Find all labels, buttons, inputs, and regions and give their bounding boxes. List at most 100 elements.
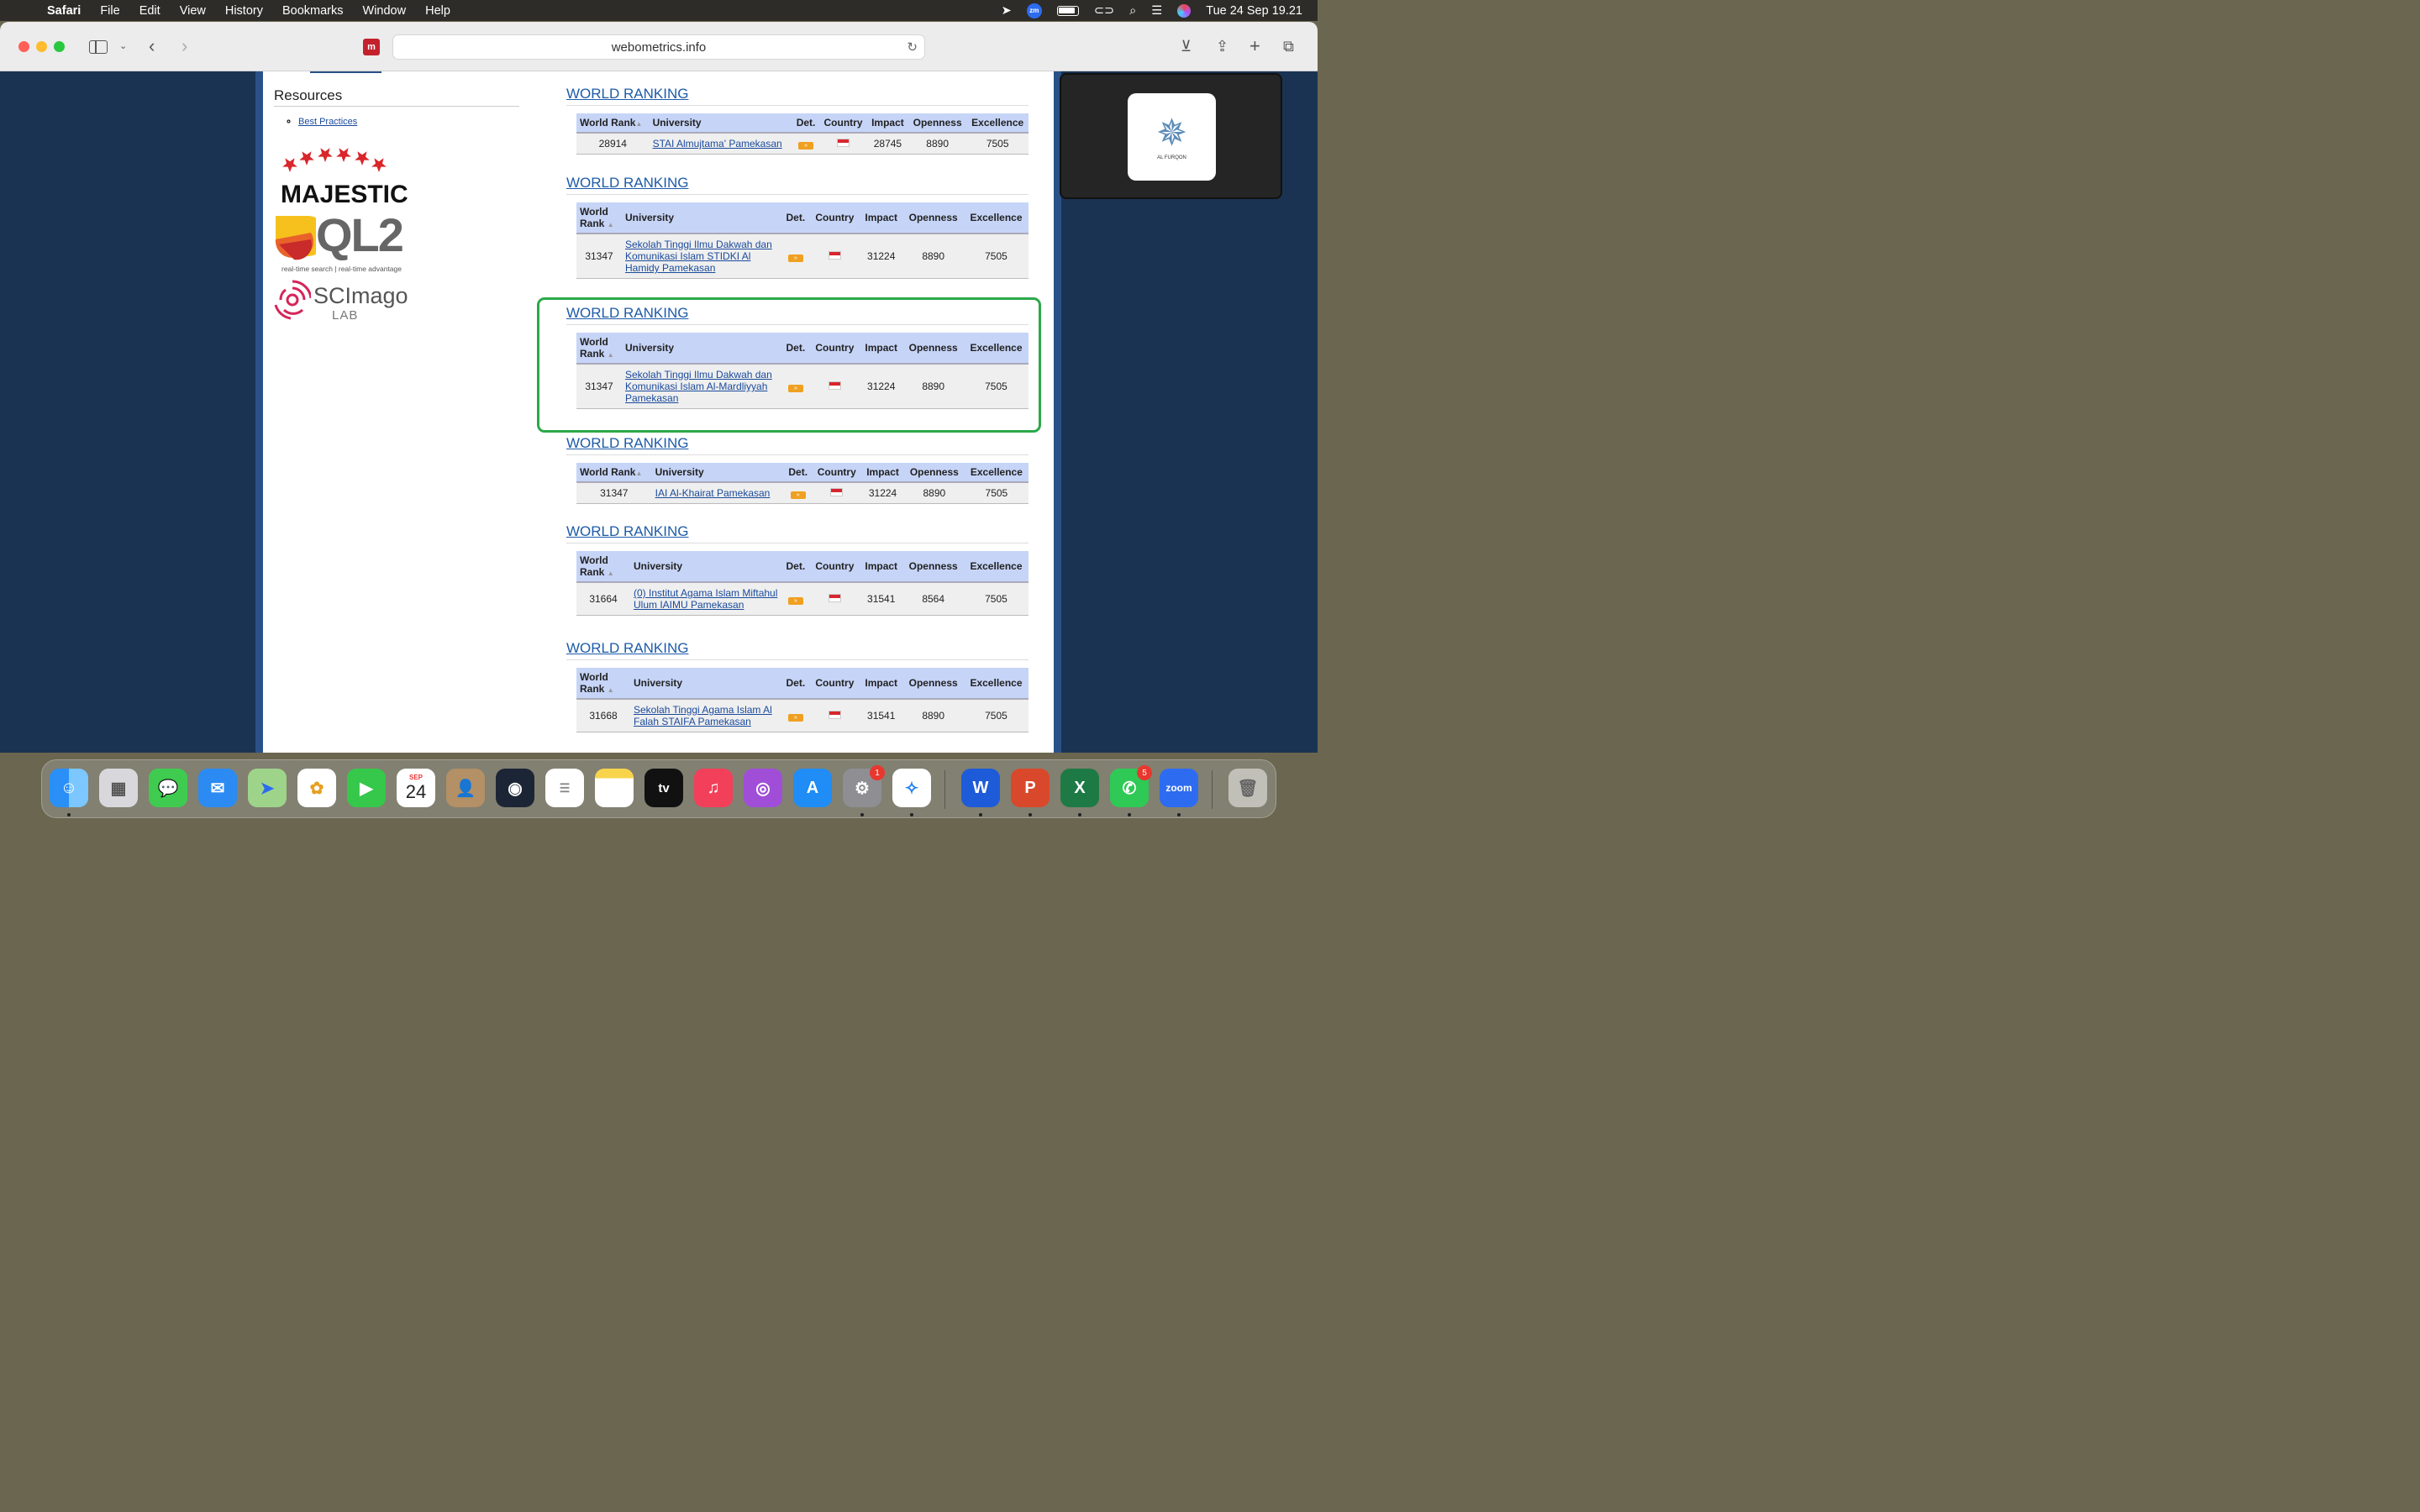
ql2-logo[interactable]: QL2 real-time search | real-time advanta… — [274, 208, 417, 273]
details-icon[interactable]: » — [787, 385, 803, 392]
forward-icon[interactable]: › — [182, 36, 187, 56]
obs-icon[interactable]: ◉ — [496, 769, 534, 807]
col-university[interactable]: University — [622, 202, 781, 234]
clock[interactable]: Tue 24 Sep 19.21 — [1206, 4, 1302, 18]
chevron-down-icon[interactable]: ⌄ — [119, 36, 127, 56]
col-university[interactable]: University — [649, 113, 792, 134]
col-openness[interactable]: Openness — [903, 463, 965, 483]
col-openness[interactable]: Openness — [908, 113, 967, 134]
word-icon[interactable]: W — [961, 769, 1000, 807]
world-ranking-link[interactable]: WORLD RANKING — [566, 86, 1028, 106]
col-world-rank[interactable]: World Rank ▲ — [576, 202, 622, 234]
location-icon[interactable]: ➤ — [1002, 4, 1012, 18]
university-link[interactable]: Sekolah Tinggi Agama Islam Al Falah STAI… — [634, 704, 772, 727]
col-country[interactable]: Country — [819, 113, 867, 134]
minimize-window-button[interactable] — [36, 41, 47, 52]
launchpad-icon[interactable]: ▦ — [99, 769, 138, 807]
details-icon[interactable]: » — [787, 255, 803, 262]
apple-tv-icon[interactable]: tv — [644, 769, 683, 807]
mendeley-extension-icon[interactable]: m — [363, 39, 380, 55]
whatsapp-icon[interactable]: ✆ 5 — [1110, 765, 1152, 807]
col-country[interactable]: Country — [809, 202, 860, 234]
world-ranking-link[interactable]: WORLD RANKING — [566, 640, 1028, 660]
col-openness[interactable]: Openness — [902, 202, 964, 234]
reload-icon[interactable]: ↻ — [907, 35, 918, 60]
col-world-rank[interactable]: World Rank▲ — [576, 113, 650, 134]
menu-help[interactable]: Help — [425, 4, 450, 18]
details-icon[interactable]: » — [798, 142, 814, 150]
world-ranking-link[interactable]: WORLD RANKING — [566, 305, 1028, 325]
col-excellence[interactable]: Excellence — [966, 113, 1028, 134]
col-country[interactable]: Country — [809, 333, 860, 365]
battery-icon[interactable] — [1056, 5, 1079, 16]
best-practices-link[interactable]: Best Practices — [298, 117, 357, 127]
details-icon[interactable]: » — [790, 491, 806, 499]
back-icon[interactable]: ‹ — [149, 36, 155, 56]
mail-icon[interactable]: ✉ — [198, 769, 237, 807]
col-country[interactable]: Country — [812, 463, 862, 483]
world-ranking-link[interactable]: WORLD RANKING — [566, 435, 1028, 455]
contacts-icon[interactable]: 👤 — [446, 769, 485, 807]
col-impact[interactable]: Impact — [860, 668, 903, 700]
close-window-button[interactable] — [18, 41, 29, 52]
details-icon[interactable]: » — [787, 714, 803, 722]
col-country[interactable]: Country — [809, 668, 860, 700]
tab-overview-icon[interactable]: ⧉ — [1283, 36, 1294, 56]
university-link[interactable]: Sekolah Tinggi Ilmu Dakwah dan Komunikas… — [625, 239, 772, 274]
world-ranking-link[interactable]: WORLD RANKING — [566, 175, 1028, 195]
address-bar[interactable]: webometrics.info ↻ — [392, 34, 925, 60]
facetime-icon[interactable]: ▶ — [347, 769, 386, 807]
sidebar-toggle-icon[interactable] — [89, 40, 108, 54]
reminders-icon[interactable]: ☰ — [545, 769, 584, 807]
menu-file[interactable]: File — [100, 4, 119, 18]
col-impact[interactable]: Impact — [866, 113, 908, 134]
col-excellence[interactable]: Excellence — [963, 333, 1028, 365]
siri-icon[interactable] — [1177, 3, 1192, 18]
scimago-logo[interactable]: SCImago LAB — [274, 278, 425, 327]
notes-icon[interactable] — [595, 769, 634, 807]
safari-icon[interactable]: ✧ — [892, 769, 931, 807]
calendar-icon[interactable]: SEP 24 — [397, 769, 435, 807]
zoom-floating-window[interactable]: ✵ AL FURQON — [1060, 73, 1282, 199]
photos-icon[interactable]: ✿ — [297, 769, 336, 807]
col-university[interactable]: University — [651, 463, 785, 483]
podcasts-icon[interactable]: ◎ — [744, 769, 782, 807]
col-country[interactable]: Country — [809, 551, 860, 583]
col-university[interactable]: University — [630, 668, 781, 700]
menu-bookmarks[interactable]: Bookmarks — [282, 4, 344, 18]
col-impact[interactable]: Impact — [860, 551, 903, 583]
university-link[interactable]: IAI Al-Khairat Pamekasan — [655, 487, 771, 499]
col-openness[interactable]: Openness — [902, 551, 964, 583]
trash-icon[interactable]: 🗑 — [1228, 769, 1267, 807]
excel-icon[interactable]: X — [1060, 769, 1099, 807]
menu-history[interactable]: History — [225, 4, 263, 18]
messages-icon[interactable]: 💬 — [149, 769, 187, 807]
col-excellence[interactable]: Excellence — [963, 551, 1028, 583]
world-ranking-link[interactable]: WORLD RANKING — [566, 523, 1028, 543]
music-icon[interactable]: ♫ — [694, 769, 733, 807]
col-openness[interactable]: Openness — [902, 333, 964, 365]
powerpoint-icon[interactable]: P — [1011, 769, 1050, 807]
majestic-logo[interactable]: MAJESTIC — [280, 147, 408, 208]
col-impact[interactable]: Impact — [860, 202, 903, 234]
col-impact[interactable]: Impact — [861, 463, 904, 483]
share-icon[interactable]: ⇪ — [1216, 36, 1228, 56]
col-openness[interactable]: Openness — [902, 668, 964, 700]
menu-edit[interactable]: Edit — [139, 4, 160, 18]
downloads-icon[interactable]: ⊻ — [1181, 36, 1192, 56]
link-icon[interactable]: ⊂⊃ — [1094, 4, 1114, 18]
university-link[interactable]: (0) Institut Agama Islam Miftahul Ulum I… — [634, 587, 777, 611]
new-tab-icon[interactable]: + — [1249, 36, 1260, 56]
fullscreen-window-button[interactable] — [54, 41, 65, 52]
col-world-rank[interactable]: World Rank ▲ — [576, 668, 630, 700]
col-world-rank[interactable]: World Rank▲ — [576, 463, 652, 483]
menu-window[interactable]: Window — [363, 4, 407, 18]
col-excellence[interactable]: Excellence — [963, 202, 1028, 234]
control-center-icon[interactable]: ☰ — [1151, 4, 1162, 18]
col-impact[interactable]: Impact — [860, 333, 903, 365]
maps-icon[interactable]: ➤ — [248, 769, 287, 807]
menu-app[interactable]: Safari — [47, 4, 81, 18]
details-icon[interactable]: » — [787, 597, 803, 605]
university-link[interactable]: STAI Almujtama' Pamekasan — [653, 138, 782, 150]
col-world-rank[interactable]: World Rank ▲ — [576, 333, 622, 365]
